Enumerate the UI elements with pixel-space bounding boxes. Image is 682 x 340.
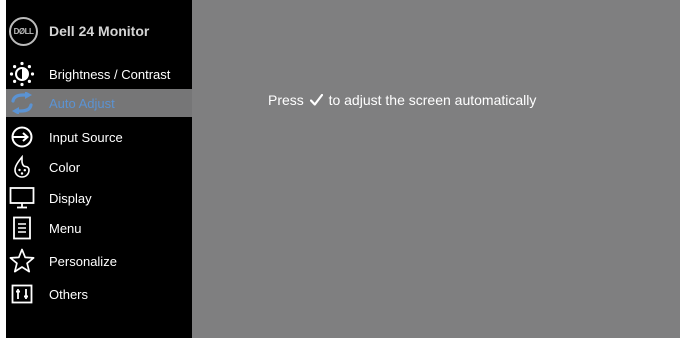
menu-item-display[interactable]: Display <box>6 184 192 212</box>
menu-item-label: Auto Adjust <box>49 95 115 111</box>
menu-item-label: Input Source <box>49 129 123 145</box>
brightness-icon <box>6 60 38 88</box>
color-icon <box>6 153 38 181</box>
message-prefix: Press <box>268 92 304 108</box>
monitor-osd: DØLL Dell 24 Monitor Brightness / Contra… <box>6 0 680 338</box>
menu-item-label: Others <box>49 286 89 302</box>
menu-item-menu[interactable]: Menu <box>6 214 192 242</box>
others-icon <box>6 280 38 308</box>
star-icon <box>6 247 38 275</box>
menu-item-label: Brightness / Contrast <box>49 66 171 82</box>
menu-icon <box>6 214 38 242</box>
osd-header: DØLL Dell 24 Monitor <box>6 0 192 62</box>
input-source-icon <box>6 123 38 151</box>
menu-item-color[interactable]: Color <box>6 153 192 181</box>
model-name: Dell 24 Monitor <box>49 23 150 39</box>
menu-item-label: Menu <box>49 220 82 236</box>
menu-item-others[interactable]: Others <box>6 280 192 308</box>
check-icon <box>309 93 323 109</box>
osd-content-panel: Press to adjust the screen automatically <box>192 0 680 338</box>
menu-item-personalize[interactable]: Personalize <box>6 247 192 275</box>
osd-sidebar: DØLL Dell 24 Monitor Brightness / Contra… <box>6 0 192 338</box>
menu-item-brightness-contrast[interactable]: Brightness / Contrast <box>6 60 192 88</box>
dell-logo: DØLL <box>9 16 38 46</box>
display-icon <box>6 184 38 212</box>
auto-adjust-icon <box>6 89 38 117</box>
menu-item-label: Display <box>49 190 92 206</box>
menu-item-label: Color <box>49 159 81 175</box>
menu-item-label: Personalize <box>49 253 117 269</box>
message-suffix: to adjust the screen automatically <box>328 92 537 108</box>
menu-item-auto-adjust[interactable]: Auto Adjust <box>6 89 192 117</box>
auto-adjust-instruction: Press to adjust the screen automatically <box>268 92 536 109</box>
menu-item-input-source[interactable]: Input Source <box>6 123 192 151</box>
